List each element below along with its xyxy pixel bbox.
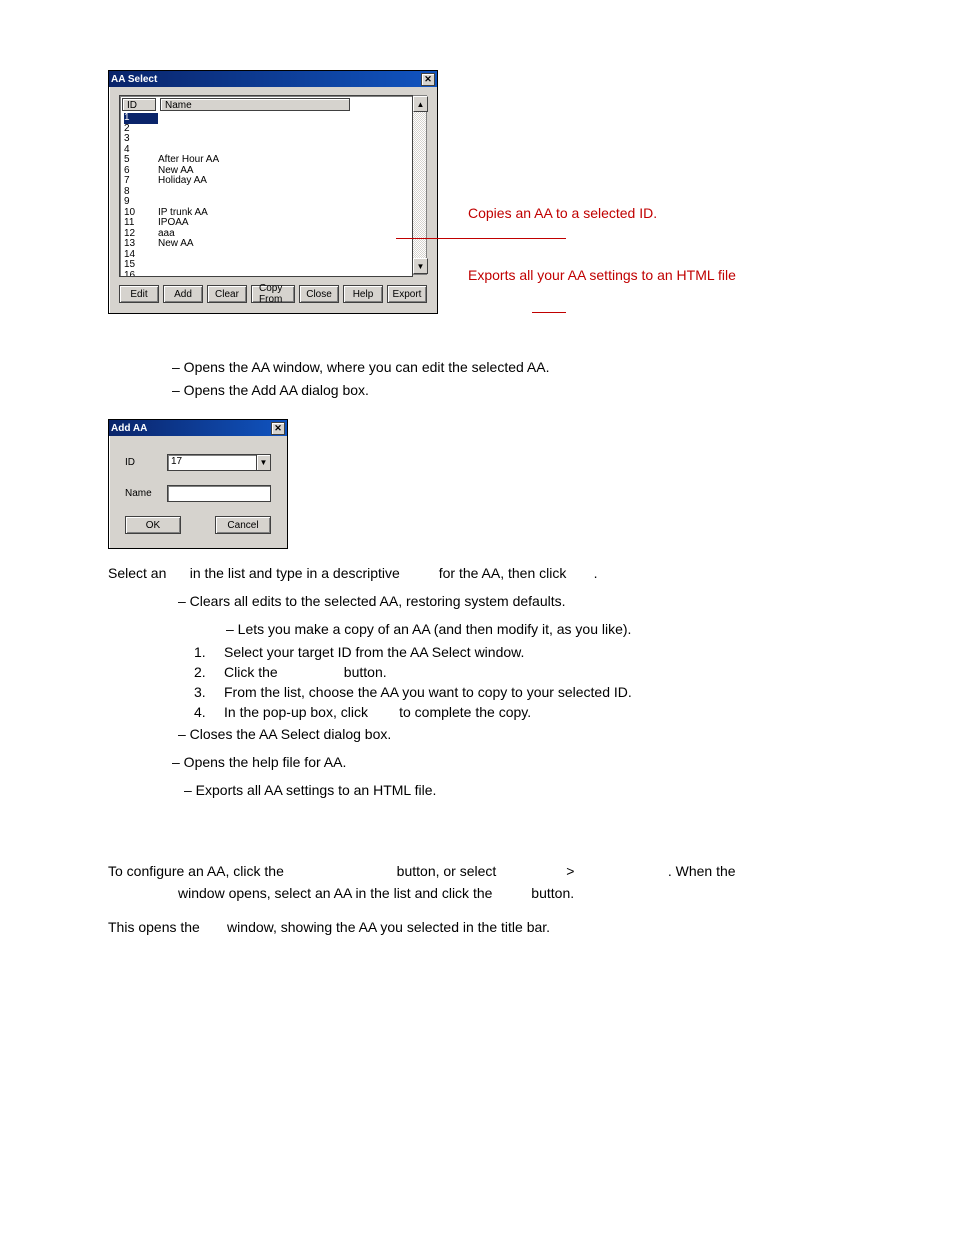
desc-clear: – Clears all edits to the selected AA, r…	[178, 591, 864, 613]
desc-export: – Exports all AA settings to an HTML fil…	[184, 780, 864, 802]
step-4: 4.In the pop-up box, click to complete t…	[194, 704, 864, 720]
annotation-copyfrom: Copies an AA to a selected ID.	[468, 204, 736, 222]
close-icon[interactable]: ✕	[271, 422, 285, 435]
list-row[interactable]: 3	[124, 134, 408, 145]
list-row[interactable]: 14	[124, 250, 408, 261]
add-button[interactable]: Add	[163, 285, 203, 303]
aa-listbox[interactable]: ID Name 12345After Hour AA6New AA7Holida…	[119, 95, 413, 277]
step-2: 2.Click the button.	[194, 664, 864, 680]
list-row[interactable]: 15	[124, 260, 408, 271]
chevron-down-icon[interactable]: ▼	[256, 454, 271, 471]
id-value[interactable]: 17	[167, 454, 256, 471]
desc-edit: – Opens the AA window, where you can edi…	[172, 356, 864, 378]
aa-select-titlebar[interactable]: AA Select ✕	[109, 71, 437, 87]
close-button[interactable]: Close	[299, 285, 339, 303]
list-row[interactable]: 8	[124, 187, 408, 198]
close-icon[interactable]: ✕	[421, 73, 435, 86]
list-row[interactable]: 2	[124, 124, 408, 135]
scrollbar[interactable]: ▲ ▼	[413, 95, 427, 275]
desc-help: – Opens the help file for AA.	[172, 752, 864, 774]
col-name-header[interactable]: Name	[160, 98, 350, 111]
id-label: ID	[125, 457, 167, 468]
desc-close: – Closes the AA Select dialog box.	[178, 724, 864, 746]
config-para-3: This opens the window, showing the AA yo…	[108, 917, 864, 939]
name-input[interactable]	[167, 485, 271, 502]
list-row[interactable]: 1	[124, 113, 408, 124]
list-row[interactable]: 11IPOAA	[124, 218, 408, 229]
desc-add: – Opens the Add AA dialog box.	[172, 379, 864, 401]
add-aa-window: Add AA ✕ ID 17 ▼ Name OK Cancel	[108, 419, 288, 549]
cancel-button[interactable]: Cancel	[215, 516, 271, 534]
export-button[interactable]: Export	[387, 285, 427, 303]
add-aa-titlebar[interactable]: Add AA ✕	[109, 420, 287, 436]
id-combobox[interactable]: 17 ▼	[167, 454, 271, 471]
clear-button[interactable]: Clear	[207, 285, 247, 303]
step-3: 3.From the list, choose the AA you want …	[194, 684, 864, 700]
col-id-header[interactable]: ID	[122, 98, 156, 111]
name-label: Name	[125, 488, 167, 499]
config-para-2: window opens, select an AA in the list a…	[178, 883, 864, 905]
scroll-up-icon[interactable]: ▲	[413, 96, 428, 112]
edit-button[interactable]: Edit	[119, 285, 159, 303]
list-row[interactable]: 9	[124, 197, 408, 208]
ok-button[interactable]: OK	[125, 516, 181, 534]
aa-select-title: AA Select	[111, 74, 157, 85]
list-row[interactable]: 5After Hour AA	[124, 155, 408, 166]
list-row[interactable]: 7Holiday AA	[124, 176, 408, 187]
desc-copyfrom: – Lets you make a copy of an AA (and the…	[226, 619, 864, 641]
add-aa-title: Add AA	[111, 423, 147, 434]
annotation-line	[532, 312, 566, 313]
aa-select-window: AA Select ✕ ID Name 12345After Hour AA6N…	[108, 70, 438, 314]
list-row[interactable]: 16	[124, 271, 408, 278]
scroll-down-icon[interactable]: ▼	[413, 258, 428, 274]
step-1: 1.Select your target ID from the AA Sele…	[194, 644, 864, 660]
list-row[interactable]: 13New AA	[124, 239, 408, 250]
help-button[interactable]: Help	[343, 285, 383, 303]
annotation-export: Exports all your AA settings to an HTML …	[468, 266, 736, 284]
annotation-line	[396, 238, 566, 239]
para-select-an: Select an in the list and type in a desc…	[108, 563, 864, 585]
copy-from-button[interactable]: Copy From	[251, 285, 295, 303]
config-para-1: To configure an AA, click the button, or…	[108, 861, 864, 883]
